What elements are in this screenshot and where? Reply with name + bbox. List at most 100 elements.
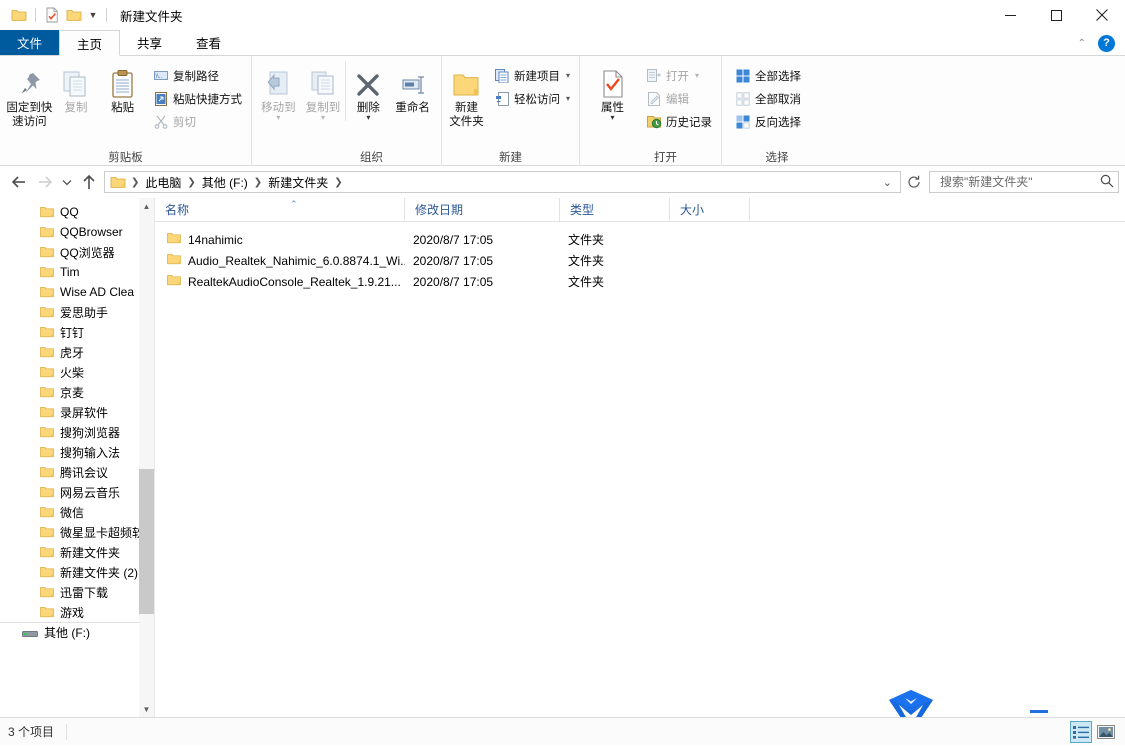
nav-item-11[interactable]: 搜狗浏览器 bbox=[0, 422, 154, 442]
nav-item-9[interactable]: 京麦 bbox=[0, 382, 154, 402]
table-row[interactable]: RealtekAudioConsole_Realtek_1.9.21... 20… bbox=[155, 271, 1125, 292]
open-button[interactable]: 打开 ▾ bbox=[643, 65, 715, 86]
breadcrumb-sep-2[interactable]: ❯ bbox=[253, 177, 263, 188]
qat-chevron-down-icon[interactable]: ▼ bbox=[85, 4, 101, 26]
sort-ascending-icon: ⌃ bbox=[290, 199, 298, 209]
ribbon-collapse-chevron-up-icon[interactable]: ⌃ bbox=[1074, 38, 1090, 49]
nav-item-20[interactable]: 游戏 bbox=[0, 602, 154, 622]
table-row[interactable]: Audio_Realtek_Nahimic_6.0.8874.1_Wi... 2… bbox=[155, 250, 1125, 271]
folder-icon bbox=[167, 274, 181, 289]
qat-folder-icon[interactable] bbox=[8, 4, 30, 26]
nav-item-8[interactable]: 火柴 bbox=[0, 362, 154, 382]
nav-item-0[interactable]: QQ bbox=[0, 202, 154, 222]
pin-to-quick-access-button[interactable]: 固定到快 速访问 bbox=[6, 61, 53, 129]
nav-item-18[interactable]: 新建文件夹 (2) bbox=[0, 562, 154, 582]
copy-to-button[interactable]: 复制到 ▾ bbox=[301, 61, 346, 122]
nav-item-drive-f[interactable]: 其他 (F:) bbox=[0, 622, 154, 642]
column-header-name[interactable]: ⌃ 名称 bbox=[155, 198, 405, 221]
search-box[interactable] bbox=[929, 171, 1119, 193]
nav-item-4[interactable]: Wise AD Clea bbox=[0, 282, 154, 302]
new-item-chevron-down-icon[interactable]: ▾ bbox=[566, 71, 570, 80]
new-item-button[interactable]: 新建项目 ▾ bbox=[491, 65, 573, 86]
window-title: 新建文件夹 bbox=[120, 9, 183, 24]
copy-path-button[interactable]: \\.. 复制路径 bbox=[150, 65, 245, 86]
breadcrumb-item-2[interactable]: 新建文件夹 bbox=[263, 172, 333, 192]
column-header-date[interactable]: 修改日期 bbox=[405, 198, 560, 221]
nav-scrollbar-thumb[interactable] bbox=[139, 469, 154, 614]
breadcrumb-item-1[interactable]: 其他 (F:) bbox=[197, 172, 253, 192]
nav-item-15[interactable]: 微信 bbox=[0, 502, 154, 522]
nav-scroll-up-chevron-up-icon[interactable]: ▲ bbox=[139, 198, 154, 214]
breadcrumb-sep-1[interactable]: ❯ bbox=[186, 177, 196, 188]
folder-icon bbox=[40, 566, 54, 578]
nav-item-12[interactable]: 搜狗输入法 bbox=[0, 442, 154, 462]
help-icon[interactable]: ? bbox=[1098, 34, 1115, 52]
invert-selection-label: 反向选择 bbox=[755, 116, 801, 129]
breadcrumb-sep-0[interactable]: ❯ bbox=[130, 177, 140, 188]
copy-button[interactable]: 复制 bbox=[53, 61, 100, 115]
nav-item-19[interactable]: 迅雷下载 bbox=[0, 582, 154, 602]
new-folder-icon bbox=[451, 65, 481, 99]
breadcrumb-item-0[interactable]: 此电脑 bbox=[140, 172, 186, 192]
recent-locations-button[interactable] bbox=[58, 169, 76, 195]
nav-scrollbar[interactable]: ▲ ▼ bbox=[139, 198, 154, 717]
search-input[interactable] bbox=[938, 174, 1100, 190]
cut-button[interactable]: 剪切 bbox=[150, 111, 245, 132]
paste-shortcut-button[interactable]: 粘贴快捷方式 bbox=[150, 88, 245, 109]
nav-item-5[interactable]: 爱思助手 bbox=[0, 302, 154, 322]
open-chevron-down-icon[interactable]: ▾ bbox=[695, 71, 699, 80]
tab-view[interactable]: 查看 bbox=[179, 30, 238, 55]
nav-item-13[interactable]: 腾讯会议 bbox=[0, 462, 154, 482]
move-to-caret-icon[interactable]: ▾ bbox=[276, 114, 280, 122]
properties-button[interactable]: 属性 ▾ bbox=[586, 61, 639, 122]
nav-item-2[interactable]: QQ浏览器 bbox=[0, 242, 154, 262]
column-header-type[interactable]: 类型 bbox=[560, 198, 670, 221]
nav-scroll-down-chevron-down-icon[interactable]: ▼ bbox=[139, 701, 154, 717]
nav-item-14[interactable]: 网易云音乐 bbox=[0, 482, 154, 502]
close-button[interactable] bbox=[1079, 0, 1125, 30]
tab-home[interactable]: 主页 bbox=[59, 30, 121, 56]
easy-access-button[interactable]: 轻松访问 ▾ bbox=[491, 88, 573, 109]
tab-share[interactable]: 共享 bbox=[120, 30, 179, 55]
nav-item-1[interactable]: QQBrowser bbox=[0, 222, 154, 242]
delete-button[interactable]: 删除 ▾ bbox=[345, 61, 390, 122]
move-to-button[interactable]: 移动到 ▾ bbox=[256, 61, 301, 122]
up-one-level-button[interactable] bbox=[76, 169, 102, 195]
back-button[interactable] bbox=[6, 169, 32, 195]
nav-item-16[interactable]: 微星显卡超频软 bbox=[0, 522, 154, 542]
ribbon-tab-right-controls: ⌃ ? bbox=[1074, 30, 1121, 56]
breadcrumb[interactable]: ❯ 此电脑 ❯ 其他 (F:) ❯ 新建文件夹 ❯ ⌄ bbox=[104, 171, 901, 193]
nav-item-label: 腾讯会议 bbox=[60, 465, 109, 480]
nav-item-17[interactable]: 新建文件夹 bbox=[0, 542, 154, 562]
search-icon[interactable] bbox=[1100, 174, 1114, 191]
column-header-size[interactable]: 大小 bbox=[670, 198, 750, 221]
invert-selection-button[interactable]: 反向选择 bbox=[732, 111, 804, 132]
breadcrumb-chevron-down-icon[interactable]: ⌄ bbox=[882, 176, 898, 189]
breadcrumb-sep-3[interactable]: ❯ bbox=[333, 177, 343, 188]
refresh-button[interactable] bbox=[903, 171, 925, 193]
nav-item-10[interactable]: 录屏软件 bbox=[0, 402, 154, 422]
rename-button[interactable]: 重命名 bbox=[390, 61, 435, 115]
new-folder-button[interactable]: 新建 文件夹 bbox=[448, 61, 485, 129]
large-icons-view-button[interactable] bbox=[1095, 721, 1117, 743]
delete-caret-icon[interactable]: ▾ bbox=[366, 114, 370, 122]
breadcrumb-folder-icon[interactable] bbox=[107, 175, 130, 189]
details-view-button[interactable] bbox=[1070, 721, 1092, 743]
history-button[interactable]: 历史记录 bbox=[643, 111, 715, 132]
select-none-button[interactable]: 全部取消 bbox=[732, 88, 804, 109]
maximize-button[interactable] bbox=[1033, 0, 1079, 30]
copy-to-caret-icon[interactable]: ▾ bbox=[321, 114, 325, 122]
table-row[interactable]: 14nahimic 2020/8/7 17:05 文件夹 bbox=[155, 229, 1125, 250]
nav-item-7[interactable]: 虎牙 bbox=[0, 342, 154, 362]
qat-properties-icon[interactable] bbox=[41, 4, 63, 26]
edit-button[interactable]: 编辑 bbox=[643, 88, 715, 109]
nav-item-3[interactable]: Tim bbox=[0, 262, 154, 282]
tab-file[interactable]: 文件 bbox=[0, 30, 60, 55]
qat-new-folder-icon[interactable] bbox=[63, 4, 85, 26]
minimize-button[interactable] bbox=[987, 0, 1033, 30]
properties-caret-icon[interactable]: ▾ bbox=[610, 114, 614, 122]
paste-button[interactable]: 粘贴 bbox=[99, 61, 146, 115]
easy-access-chevron-down-icon[interactable]: ▾ bbox=[566, 94, 570, 103]
select-all-button[interactable]: 全部选择 bbox=[732, 65, 804, 86]
nav-item-6[interactable]: 钉钉 bbox=[0, 322, 154, 342]
